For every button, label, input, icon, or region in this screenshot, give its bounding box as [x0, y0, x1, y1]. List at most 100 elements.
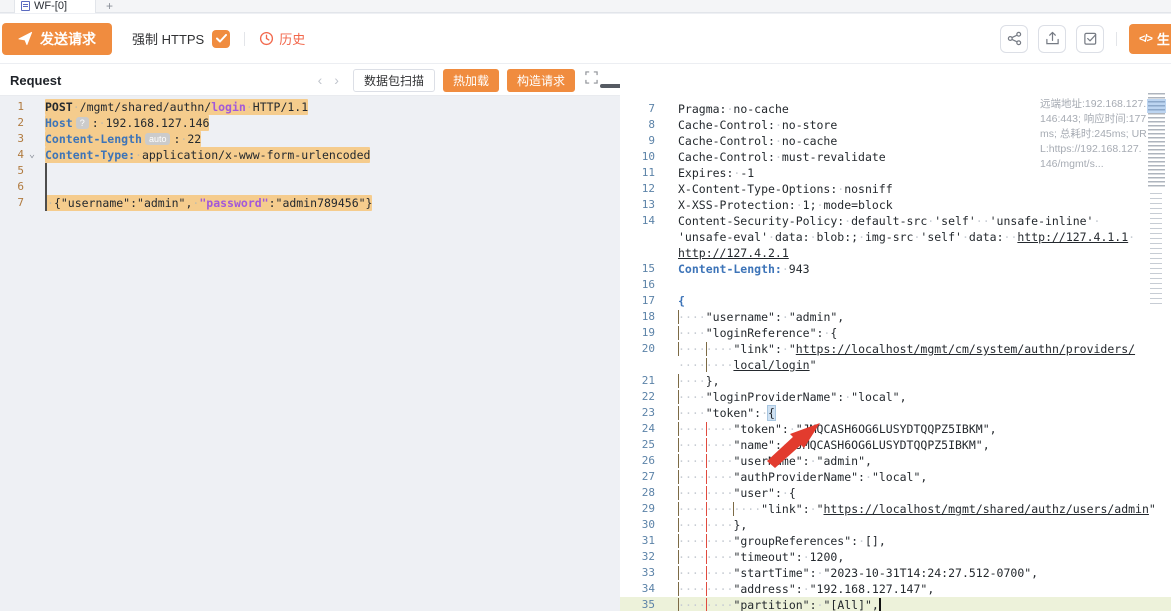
code-line: 34········"address":·"192.168.127.147",	[620, 581, 1171, 597]
code-line: 30········},	[620, 517, 1171, 533]
line-number: 18	[620, 309, 655, 325]
minimap-code	[1150, 193, 1162, 305]
export-button[interactable]	[1038, 25, 1066, 53]
code-line: 28········"user":·{	[620, 485, 1171, 501]
request-editor[interactable]: 1POST·/mgmt/shared/authn/login·HTTP/1.12…	[0, 96, 608, 611]
code-line: ········local/login"	[620, 357, 1171, 373]
paper-plane-icon	[18, 31, 33, 46]
history-button[interactable]: 历史	[259, 29, 305, 48]
line-number: 9	[620, 133, 655, 149]
line-number: 33	[620, 565, 655, 581]
auto-badge: auto	[145, 133, 171, 145]
code-line: 32········"timeout":·1200,	[620, 549, 1171, 565]
line-number	[620, 245, 655, 261]
line-number	[620, 229, 655, 245]
generate-code-button[interactable]: </> 生	[1129, 24, 1171, 54]
code-line: 4⌄Content-Type:·application/x-www-form-u…	[0, 147, 608, 163]
divider	[1116, 32, 1117, 46]
line-number: 34	[620, 581, 655, 597]
tab-bar: WF-[0] +	[0, 0, 1171, 13]
code-line: 1POST·/mgmt/shared/authn/login·HTTP/1.1	[0, 99, 608, 115]
line-number: 31	[620, 533, 655, 549]
chevron-left-icon[interactable]: ‹	[312, 73, 329, 87]
code-line: 20········"link":·"https://localhost/mgm…	[620, 341, 1171, 357]
fold-gutter	[24, 179, 40, 195]
minimap-viewport[interactable]	[1147, 99, 1166, 113]
tab-wf-0[interactable]: WF-[0]	[14, 0, 96, 13]
fold-gutter	[24, 163, 40, 179]
line-number: 8	[620, 117, 655, 133]
save-button[interactable]	[1076, 25, 1104, 53]
code-line: 6	[0, 179, 608, 195]
response-meta-overlay: 远端地址:192.168.127.146:443; 响应时间:177ms; 总耗…	[1040, 97, 1147, 172]
code-line: 'unsafe-eval'·data:·blob:;·img-src·'self…	[620, 229, 1171, 245]
divider	[244, 32, 245, 46]
line-number: 7	[0, 195, 24, 211]
line-number: 24	[620, 421, 655, 437]
line-number: 21	[620, 373, 655, 389]
line-number: 6	[0, 179, 24, 195]
code-line: 21····},	[620, 373, 1171, 389]
line-number: 30	[620, 517, 655, 533]
line-number: 1	[0, 99, 24, 115]
code-line: 18····"username":·"admin",	[620, 309, 1171, 325]
hot-reload-button[interactable]: 热加载	[443, 69, 499, 92]
red-arrow-icon	[763, 421, 821, 469]
line-number: 25	[620, 437, 655, 453]
code-line: 12X-Content-Type-Options:·nosniff	[620, 181, 1171, 197]
response-editor[interactable]: 7Pragma:·no-cache8Cache-Control:·no-stor…	[620, 96, 1171, 611]
share-button[interactable]	[1000, 25, 1028, 53]
line-number: 7	[620, 101, 655, 117]
code-line: 33········"startTime":·"2023-10-31T14:24…	[620, 565, 1171, 581]
code-line: 5	[0, 163, 608, 179]
fold-gutter	[24, 115, 40, 131]
chevron-down-icon[interactable]: ⌄	[24, 147, 40, 163]
minimap[interactable]	[1148, 93, 1165, 308]
fold-gutter	[24, 195, 40, 211]
code-line: 13X-XSS-Protection:·1;·mode=block	[620, 197, 1171, 213]
line-number: 29	[620, 501, 655, 517]
force-https-checkbox[interactable]	[212, 30, 230, 48]
code-icon: </>	[1139, 33, 1152, 45]
code-line: http://127.4.2.1	[620, 245, 1171, 261]
line-number: 23	[620, 405, 655, 421]
code-line: 17{	[620, 293, 1171, 309]
tab-label: WF-[0]	[34, 0, 67, 12]
check-square-icon	[1083, 31, 1098, 46]
code-line: 27········"authProviderName":·"local",	[620, 469, 1171, 485]
code-line: 26········"userName":·"admin",	[620, 453, 1171, 469]
code-line: 31········"groupReferences":·[],	[620, 533, 1171, 549]
fullscreen-icon[interactable]	[585, 71, 598, 89]
line-number: 10	[620, 149, 655, 165]
request-header: Request ‹ › 数据包扫描 热加载 构造请求	[0, 64, 608, 96]
line-number: 14	[620, 213, 655, 229]
line-number: 19	[620, 325, 655, 341]
code-line: 35········"partition":·"[All]",	[620, 597, 1171, 611]
document-icon	[21, 1, 30, 11]
code-line: 23····"token":·{	[620, 405, 1171, 421]
line-number: 20	[620, 341, 655, 357]
send-request-button[interactable]: 发送请求	[2, 23, 112, 55]
clock-icon	[259, 31, 274, 46]
line-number: 3	[0, 131, 24, 147]
line-number: 16	[620, 277, 655, 293]
upload-icon	[1045, 31, 1060, 46]
line-number: 11	[620, 165, 655, 181]
code-line: 14Content-Security-Policy:·default-src·'…	[620, 213, 1171, 229]
line-number: 17	[620, 293, 655, 309]
line-number: 27	[620, 469, 655, 485]
line-number: 35	[620, 597, 655, 611]
build-request-button[interactable]: 构造请求	[507, 69, 575, 92]
code-line: 3Content-Lengthauto:·22	[0, 131, 608, 147]
packet-scan-button[interactable]: 数据包扫描	[353, 69, 435, 92]
line-number: 15	[620, 261, 655, 277]
add-tab-button[interactable]: +	[106, 0, 113, 12]
line-number: 32	[620, 549, 655, 565]
share-nodes-icon	[1007, 31, 1022, 46]
chevron-right-icon[interactable]: ›	[328, 73, 345, 87]
fold-gutter	[24, 131, 40, 147]
line-number: 12	[620, 181, 655, 197]
code-line: 22····"loginProviderName":·"local",	[620, 389, 1171, 405]
code-line: 7·{"username":"admin",·"password":"admin…	[0, 195, 608, 211]
code-line: 19····"loginReference":·{	[620, 325, 1171, 341]
